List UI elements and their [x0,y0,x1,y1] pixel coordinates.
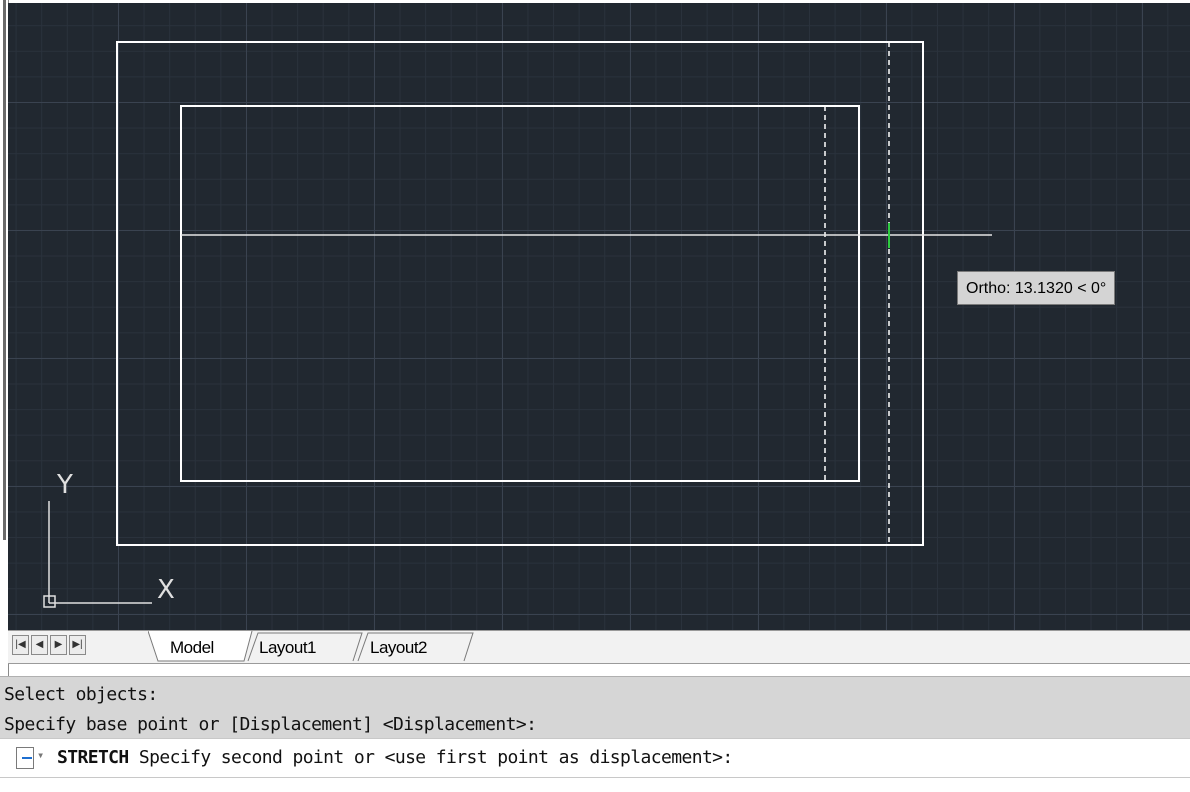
first-tab-icon[interactable]: |◀ [12,635,29,655]
prev-tab-icon[interactable]: ◀ [31,635,48,655]
inner-rectangle[interactable] [180,105,860,482]
ucs-icon [43,501,152,608]
tab-layout1[interactable]: Layout1 [259,631,317,661]
drawing: Y X [43,41,992,608]
command-prompt-text: Specify second point or <use first point… [128,747,733,768]
ucs-x-label: X [157,575,175,605]
history-line: Specify base point or [Displacement] <Di… [4,714,537,735]
command-name: STRETCH [57,747,129,768]
chevron-down-icon[interactable]: ▾ [37,748,44,762]
last-tab-icon[interactable]: ▶| [69,635,86,655]
tab-layout2[interactable]: Layout2 [370,631,428,661]
next-tab-icon[interactable]: ▶ [50,635,67,655]
command-line[interactable]: ▾ STRETCH Specify second point or <use f… [0,738,1190,778]
command-prompt: STRETCH Specify second point or <use fir… [57,747,733,768]
command-history: Select objects: Specify base point or [D… [0,676,1190,739]
layout-tab-bar: |◀ ◀ ▶ ▶| Model Layout1 Layout2 [8,630,1190,664]
history-line: Select objects: [4,684,158,705]
outer-rectangle[interactable] [116,41,924,546]
command-line-icon[interactable] [16,747,34,769]
ucs-y-label: Y [56,470,73,500]
tab-model[interactable]: Model [170,631,214,661]
model-space-canvas[interactable]: Y X [8,3,1190,630]
bottom-strip [0,778,1190,792]
ortho-tooltip: Ortho: 13.1320 < 0° [957,271,1116,305]
